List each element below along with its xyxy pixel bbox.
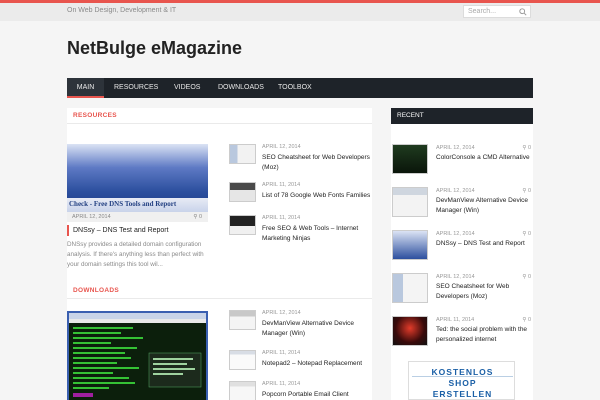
post-title[interactable]: DevManView Alternative Device Manager (W…: [262, 319, 372, 339]
post-title[interactable]: ColorConsole a CMD Alternative: [436, 153, 532, 163]
post-date: APRIL 12, 2014: [262, 144, 301, 150]
post-date: APRIL 12, 2014: [436, 274, 475, 280]
list-item[interactable]: APRIL 11, 2014 List of 78 Google Web Fon…: [229, 182, 372, 218]
sidebar-post[interactable]: APRIL 12, 2014 ⚲ 0 DNSsy – DNS Test and …: [391, 230, 533, 270]
section-heading-downloads: DOWNLOADS: [67, 283, 372, 299]
post-title[interactable]: Ted: the social problem with the persona…: [436, 325, 532, 345]
featured-excerpt: DNSsy provides a detailed domain configu…: [67, 241, 204, 268]
post-thumbnail[interactable]: [229, 215, 256, 235]
list-item[interactable]: APRIL 11, 2014 Popcorn Portable Email Cl…: [229, 381, 372, 400]
list-item[interactable]: APRIL 12, 2014 SEO Cheatsheet for Web De…: [229, 144, 372, 180]
nav-item-resources[interactable]: RESOURCES: [114, 78, 158, 98]
post-thumbnail[interactable]: [392, 316, 428, 346]
post-title[interactable]: Notepad2 – Notepad Replacement: [262, 359, 372, 369]
console-screenshot: [69, 313, 206, 397]
main-content: RESOURCES Check - Free DNS Tools and Rep…: [67, 108, 372, 400]
ad-text-line: ERSTELLEN: [432, 389, 493, 399]
sidebar-post[interactable]: APRIL 12, 2014 ⚲ 0 SEO Cheatsheet for We…: [391, 273, 533, 313]
post-title[interactable]: SEO Cheatsheet for Web Developers (Moz): [262, 153, 372, 173]
post-thumbnail[interactable]: [229, 182, 256, 202]
post-title[interactable]: DNSsy – DNS Test and Report: [436, 239, 532, 249]
comment-count[interactable]: ⚲ 0: [193, 212, 202, 222]
featured-image[interactable]: Check - Free DNS Tools and Report: [67, 144, 208, 212]
post-date: APRIL 11, 2014: [436, 317, 475, 323]
section-heading-resources: RESOURCES: [67, 108, 372, 124]
section-heading-label[interactable]: DOWNLOADS: [73, 287, 119, 294]
sidebar-heading-label: RECENT: [397, 112, 424, 119]
nav-item-videos[interactable]: VIDEOS: [174, 78, 200, 98]
top-bar: On Web Design, Development & IT Search..…: [0, 0, 600, 21]
post-title[interactable]: DevManView Alternative Device Manager (W…: [436, 196, 532, 216]
sidebar-post[interactable]: APRIL 12, 2014 ⚲ 0 DevManView Alternativ…: [391, 187, 533, 227]
post-thumbnail[interactable]: [229, 381, 256, 400]
sidebar: RECENT APRIL 12, 2014 ⚲ 0 ColorConsole a…: [391, 108, 533, 400]
post-thumbnail[interactable]: [229, 350, 256, 370]
comment-count[interactable]: ⚲ 0: [522, 231, 531, 237]
post-date: APRIL 12, 2014: [436, 188, 475, 194]
post-title[interactable]: Popcorn Portable Email Client: [262, 390, 372, 400]
post-thumbnail[interactable]: [392, 230, 428, 260]
comment-count[interactable]: ⚲ 0: [522, 188, 531, 194]
site-title[interactable]: NetBulge eMagazine: [67, 38, 242, 59]
featured-date: APRIL 12, 2014: [72, 214, 111, 220]
section-heading-label[interactable]: RESOURCES: [73, 112, 117, 119]
nav-item-toolbox[interactable]: TOOLBOX: [278, 78, 312, 98]
post-date: APRIL 12, 2014: [436, 145, 475, 151]
list-item[interactable]: APRIL 12, 2014 DevManView Alternative De…: [229, 310, 372, 346]
sidebar-post[interactable]: APRIL 11, 2014 ⚲ 0 Ted: the social probl…: [391, 316, 533, 356]
comment-count[interactable]: ⚲ 0: [522, 145, 531, 151]
comment-count[interactable]: ⚲ 0: [522, 317, 531, 323]
post-date: APRIL 12, 2014: [262, 310, 301, 316]
featured-meta: APRIL 12, 2014 ⚲ 0: [67, 212, 208, 222]
post-date: APRIL 11, 2014: [262, 381, 301, 387]
ad-text-line: SHOP: [448, 378, 477, 388]
post-thumbnail[interactable]: [392, 144, 428, 174]
search-placeholder: Search...: [468, 8, 497, 15]
post-title[interactable]: Free SEO & Web Tools – Internet Marketin…: [262, 224, 372, 244]
ad-text-line: KOSTENLOS: [431, 367, 494, 377]
post-title[interactable]: List of 78 Google Web Fonts Families: [262, 191, 372, 201]
comment-count[interactable]: ⚲ 0: [522, 274, 531, 280]
search-icon[interactable]: [519, 8, 527, 16]
post-date: APRIL 11, 2014: [262, 182, 301, 188]
sidebar-post[interactable]: APRIL 12, 2014 ⚲ 0 ColorConsole a CMD Al…: [391, 144, 533, 184]
post-thumbnail[interactable]: [229, 310, 256, 330]
comment-icon: ⚲: [193, 214, 198, 220]
featured-title[interactable]: DNSsy – DNS Test and Report: [67, 225, 208, 236]
featured-image[interactable]: [67, 311, 208, 400]
nav-item-main[interactable]: MAIN: [67, 78, 104, 98]
search-input[interactable]: Search...: [463, 5, 531, 18]
post-date: APRIL 11, 2014: [262, 215, 301, 221]
list-item[interactable]: APRIL 11, 2014 Free SEO & Web Tools – In…: [229, 215, 372, 251]
post-date: APRIL 11, 2014: [262, 350, 301, 356]
sidebar-heading: RECENT: [391, 108, 533, 124]
post-thumbnail[interactable]: [392, 187, 428, 217]
nav-item-downloads[interactable]: DOWNLOADS: [218, 78, 264, 98]
main-nav: MAIN RESOURCES VIDEOS DOWNLOADS TOOLBOX: [67, 78, 533, 98]
featured-image-caption: Check - Free DNS Tools and Report: [67, 198, 208, 212]
site-tagline: On Web Design, Development & IT: [67, 7, 177, 14]
post-title[interactable]: SEO Cheatsheet for Web Developers (Moz): [436, 282, 532, 302]
post-thumbnail[interactable]: [392, 273, 428, 303]
post-date: APRIL 12, 2014: [436, 231, 475, 237]
post-thumbnail[interactable]: [229, 144, 256, 164]
advertisement-banner[interactable]: KOSTENLOS SHOP ERSTELLEN: [408, 361, 515, 400]
